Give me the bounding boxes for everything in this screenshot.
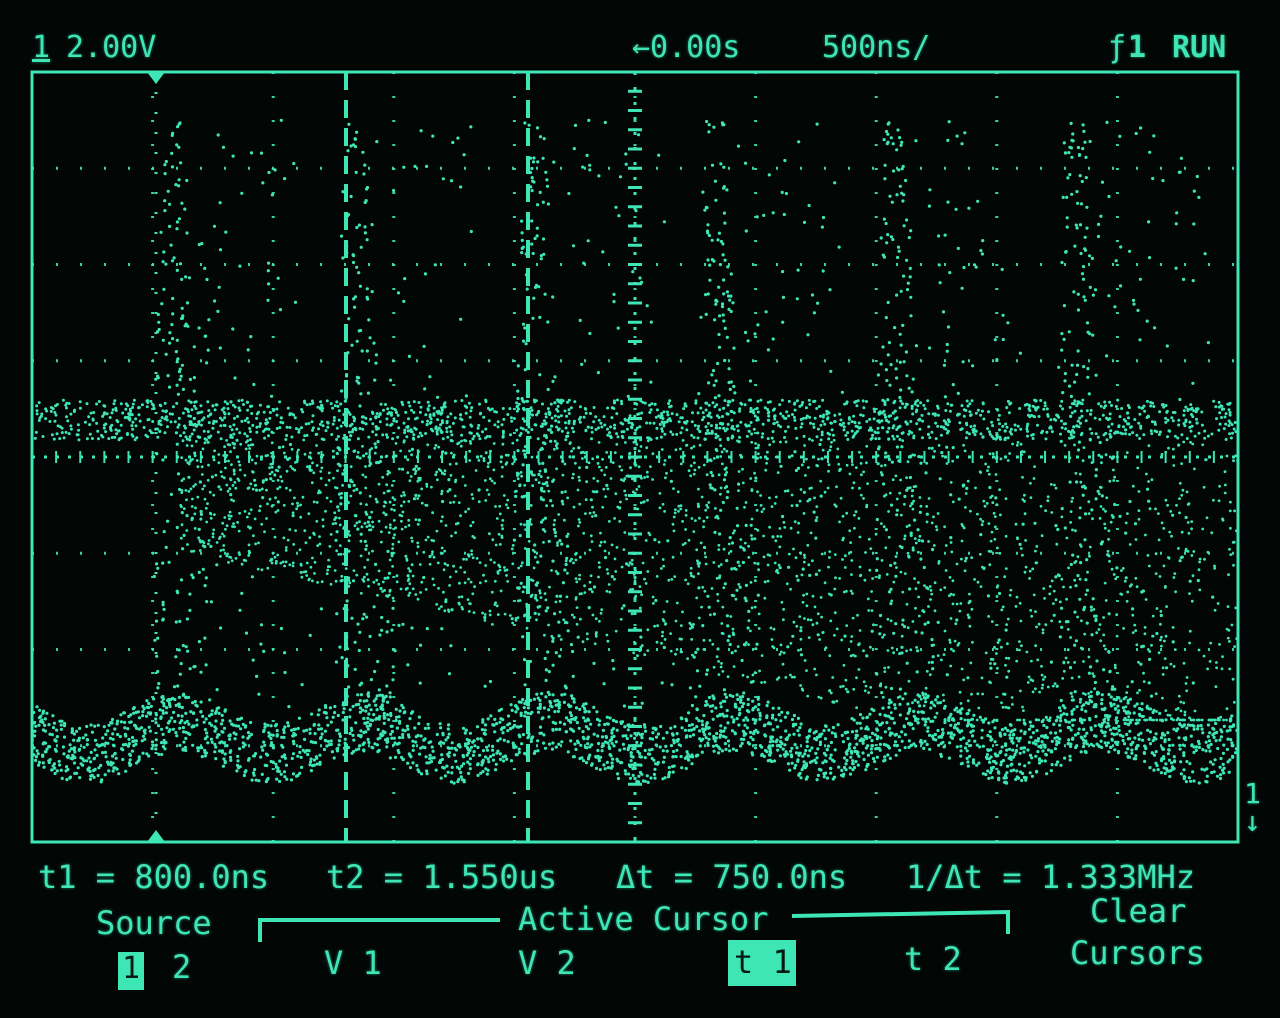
cursor-t2-softkey[interactable]: t 2: [904, 940, 962, 978]
active-cursor-label: Active Cursor: [518, 900, 769, 938]
channel-offset-marker-icon: 1 ↓: [1244, 777, 1261, 838]
cursor-t1-softkey[interactable]: t 1: [728, 940, 796, 986]
clear-cursors-line2[interactable]: Cursors: [1070, 934, 1205, 972]
active-cursor-bracket: [258, 909, 1010, 942]
cursor-v1-softkey[interactable]: V 1: [324, 944, 382, 982]
clear-cursors-line1[interactable]: Clear: [1090, 892, 1186, 930]
cursor-v2-softkey[interactable]: V 2: [518, 944, 576, 982]
